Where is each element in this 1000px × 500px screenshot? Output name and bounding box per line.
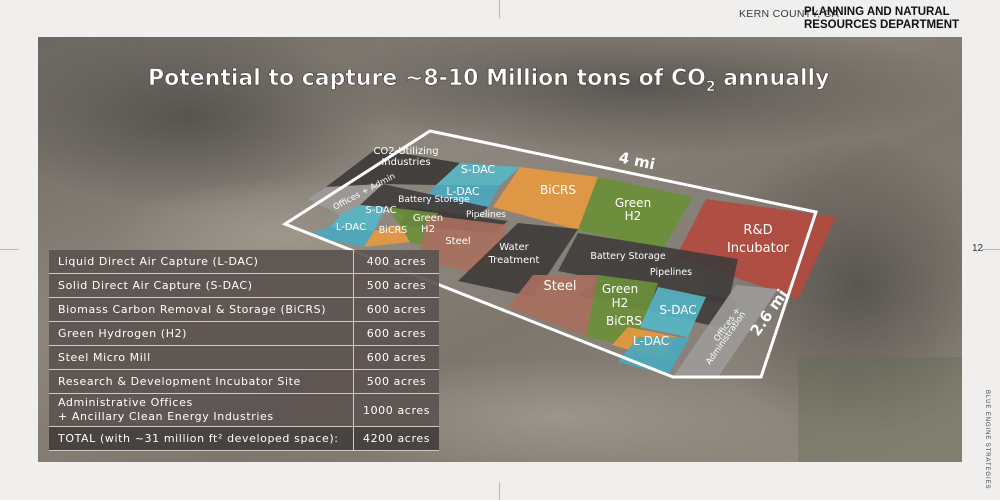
label-green-h2-top-2: H2 [625, 209, 642, 223]
label-green-h2-left-1: Green [413, 213, 443, 224]
label-bicrs-top: BiCRS [540, 183, 576, 197]
table-row: Steel Micro Mill 600 acres [49, 346, 439, 370]
label-rd-incubator-1: R&D [743, 223, 772, 238]
crop-mark-top-left [499, 0, 500, 18]
label-s-dac-mid: S-DAC [659, 303, 696, 317]
side-credit: BLUE ENGINE STRATEGIES [960, 390, 1000, 489]
label-co2-utilizing-2: Industries [381, 157, 430, 168]
label-water-treatment-2: Treatment [488, 255, 540, 266]
department-line-2: RESOURCES DEPARTMENT [804, 19, 960, 31]
crop-mark-right [982, 249, 1000, 250]
title-subscript: 2 [706, 79, 716, 95]
row-value: 600 acres [354, 346, 439, 369]
row-value: 500 acres [354, 274, 439, 297]
table-row: Administrative Offices + Ancillary Clean … [49, 394, 439, 427]
total-label: TOTAL (with ~31 million ft² developed sp… [49, 427, 354, 450]
department-title: PLANNING AND NATURAL RESOURCES DEPARTMEN… [804, 6, 959, 32]
table-row: Liquid Direct Air Capture (L-DAC) 400 acr… [49, 250, 439, 274]
label-bicrs-mid: BiCRS [606, 314, 642, 328]
label-green-h2-mid-1: Green [602, 282, 638, 296]
table-row: Biomass Carbon Removal & Storage (BiCRS)… [49, 298, 439, 322]
row-label: Steel Micro Mill [49, 346, 354, 369]
label-steel-mid: Steel [544, 279, 577, 294]
total-value: 4200 acres [354, 427, 439, 450]
row-value: 600 acres [354, 322, 439, 345]
label-l-dac-mid: L-DAC [633, 334, 669, 348]
label-battery-storage-1: Battery Storage [398, 195, 470, 205]
row-label-line-2: + Ancillary Clean Energy Industries [58, 410, 274, 423]
label-co2-utilizing-1: CO2-Utilizing [373, 146, 438, 157]
row-value: 600 acres [354, 298, 439, 321]
table-total-row: TOTAL (with ~31 million ft² developed sp… [49, 427, 439, 451]
label-rd-incubator-2: Incubator [727, 241, 790, 256]
crop-mark-bottom [499, 482, 500, 500]
crop-mark-left [0, 249, 18, 250]
label-battery-storage-2: Battery Storage [590, 251, 666, 262]
row-label: Solid Direct Air Capture (S-DAC) [49, 274, 354, 297]
label-green-h2-left-2: H2 [421, 224, 435, 235]
label-water-treatment-1: Water [499, 242, 529, 253]
label-green-h2-mid-2: H2 [612, 296, 629, 310]
slide-title: Potential to capture ~8-10 Million tons … [148, 66, 829, 95]
title-tail: annually [716, 66, 830, 91]
label-pipelines-2: Pipelines [650, 267, 692, 278]
row-value: 500 acres [354, 370, 439, 393]
row-label: Biomass Carbon Removal & Storage (BiCRS) [49, 298, 354, 321]
row-label: Administrative Offices + Ancillary Clean … [49, 394, 354, 426]
label-green-h2-top-1: Green [615, 196, 651, 210]
label-bicrs-left: BiCRS [379, 225, 407, 236]
title-main: Potential to capture ~8-10 Million tons … [148, 66, 706, 91]
row-label: Liquid Direct Air Capture (L-DAC) [49, 250, 354, 273]
page-number: 12 [972, 243, 984, 254]
row-label-line-1: Administrative Offices [58, 396, 193, 409]
side-credit-text: BLUE ENGINE STRATEGIES [984, 390, 990, 490]
acreage-table: Liquid Direct Air Capture (L-DAC) 400 acr… [49, 250, 439, 451]
row-value: 1000 acres [354, 394, 439, 426]
table-row: Green Hydrogen (H2) 600 acres [49, 322, 439, 346]
label-l-dac-left: L-DAC [336, 222, 366, 233]
label-s-dac-left: S-DAC [365, 205, 396, 216]
department-line-1: PLANNING AND NATURAL [804, 6, 950, 18]
label-s-dac-top: S-DAC [461, 163, 496, 176]
row-label: Research & Development Incubator Site [49, 370, 354, 393]
row-label: Green Hydrogen (H2) [49, 322, 354, 345]
row-value: 400 acres [354, 250, 439, 273]
table-row: Research & Development Incubator Site 500… [49, 370, 439, 394]
table-row: Solid Direct Air Capture (S-DAC) 500 acre… [49, 274, 439, 298]
label-pipelines-1: Pipelines [466, 210, 506, 220]
label-steel-left: Steel [445, 236, 470, 247]
farmland [798, 357, 962, 462]
